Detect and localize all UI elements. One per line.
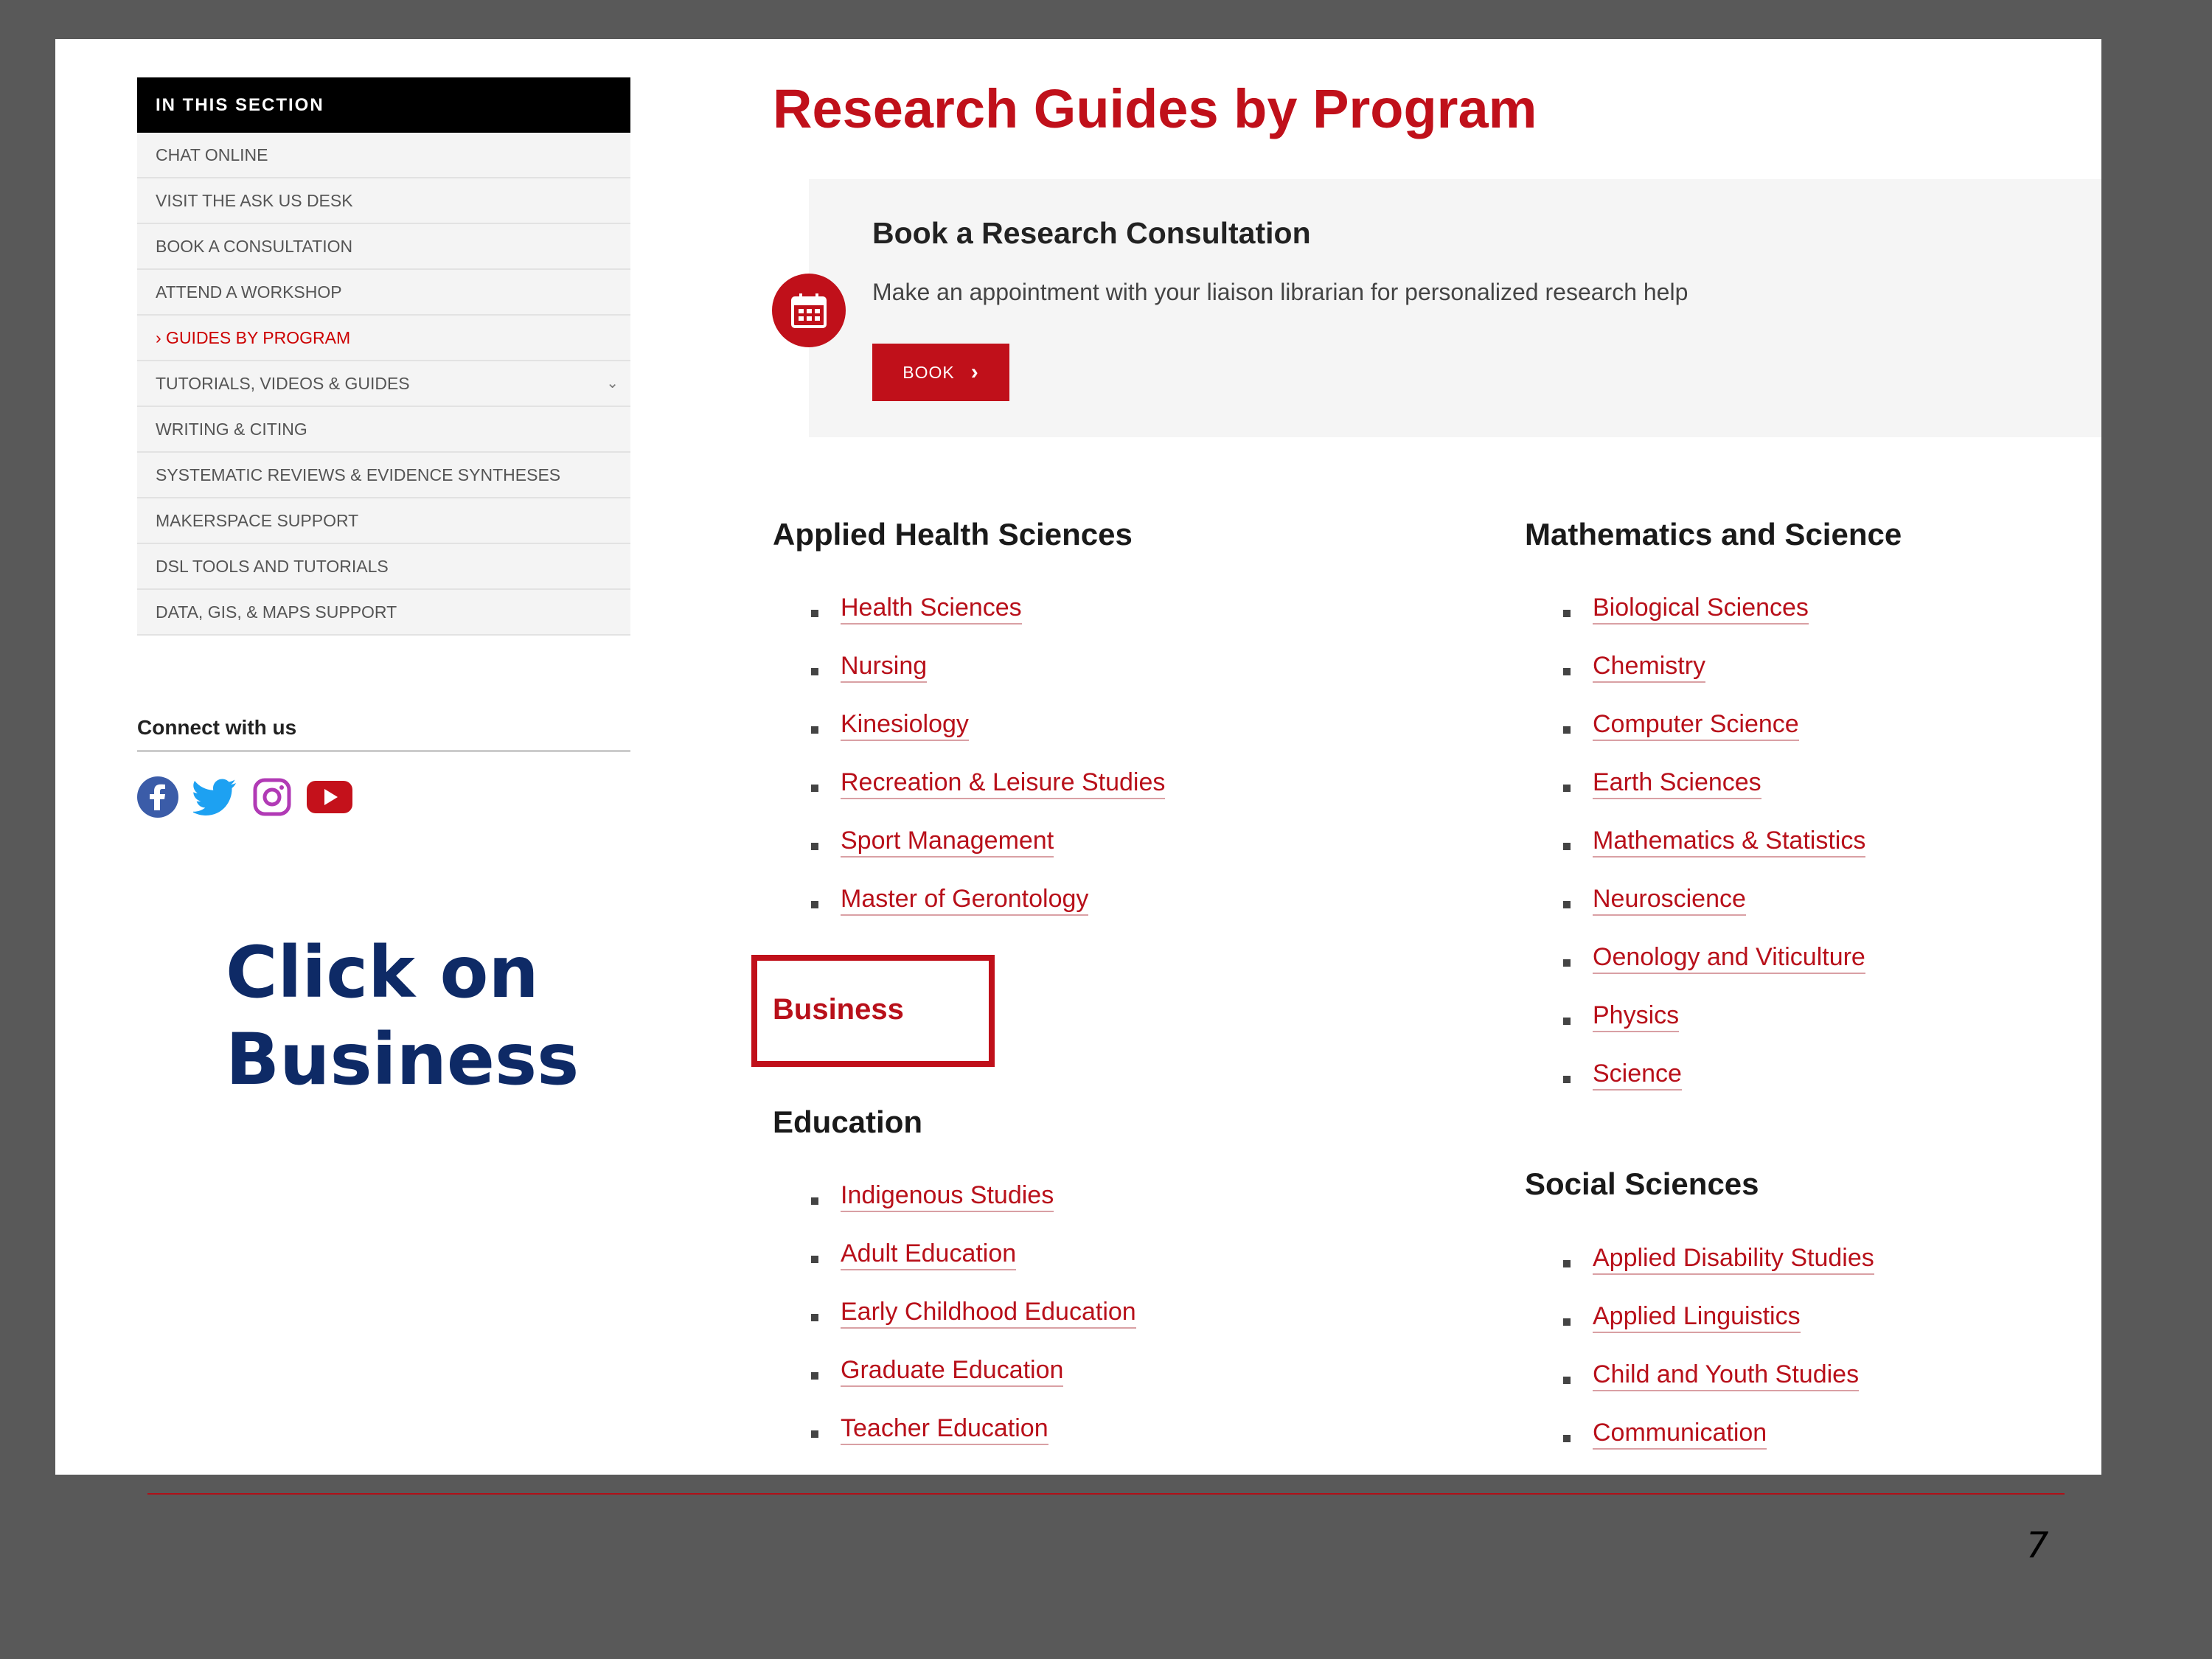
nav-item-chat-online[interactable]: CHAT ONLINE bbox=[137, 133, 630, 178]
list-item: Nursing bbox=[811, 652, 1165, 710]
list-item: Biological Sciences bbox=[1563, 594, 1865, 652]
link-adult-education[interactable]: Adult Education bbox=[841, 1239, 1017, 1270]
instagram-icon[interactable] bbox=[252, 777, 292, 817]
link-applied-disability-studies[interactable]: Applied Disability Studies bbox=[1593, 1244, 1874, 1275]
list-item: Child and Youth Studies bbox=[1563, 1360, 1874, 1419]
instruction-callout: Click on Business bbox=[226, 929, 609, 1103]
list-item: Indigenous Studies bbox=[811, 1181, 1136, 1239]
link-communication[interactable]: Communication bbox=[1593, 1419, 1767, 1450]
callout-line-2: Business bbox=[226, 1018, 580, 1101]
list-applied-health-sciences: Health Sciences Nursing Kinesiology Recr… bbox=[811, 594, 1166, 943]
callout-line-1: Click on bbox=[226, 931, 539, 1014]
link-chemistry[interactable]: Chemistry bbox=[1593, 652, 1706, 683]
link-nursing[interactable]: Nursing bbox=[841, 652, 928, 683]
list-item: Communication bbox=[1563, 1419, 1874, 1475]
nav-item-book-consultation[interactable]: BOOK A CONSULTATION bbox=[137, 224, 630, 270]
list-item: Science bbox=[1563, 1060, 1865, 1118]
list-item: Kinesiology bbox=[811, 710, 1165, 768]
list-item: Physics bbox=[1563, 1001, 1865, 1060]
link-master-gerontology[interactable]: Master of Gerontology bbox=[841, 885, 1089, 916]
list-item: Oenology and Viticulture bbox=[1563, 943, 1865, 1001]
youtube-icon[interactable] bbox=[307, 779, 352, 815]
list-item: Health Sciences bbox=[811, 594, 1165, 652]
list-item: Sport Management bbox=[811, 827, 1165, 885]
calendar-icon bbox=[772, 274, 846, 347]
nav-item-dsl-tools[interactable]: DSL TOOLS AND TUTORIALS bbox=[137, 544, 630, 590]
consultation-title: Book a Research Consultation bbox=[872, 216, 1311, 250]
list-mathematics-science: Biological Sciences Chemistry Computer S… bbox=[1563, 594, 1866, 1118]
section-nav-header: IN THIS SECTION bbox=[137, 77, 630, 133]
link-applied-linguistics[interactable]: Applied Linguistics bbox=[1593, 1302, 1801, 1333]
connect-title: Connect with us bbox=[137, 716, 630, 752]
footer-divider bbox=[147, 1493, 2065, 1495]
twitter-icon[interactable] bbox=[193, 779, 237, 815]
list-item: Earth Sciences bbox=[1563, 768, 1865, 827]
nav-item-attend-workshop[interactable]: ATTEND A WORKSHOP bbox=[137, 270, 630, 316]
book-button-label: BOOK bbox=[902, 362, 955, 382]
list-item: Applied Linguistics bbox=[1563, 1302, 1874, 1360]
list-item: Computer Science bbox=[1563, 710, 1865, 768]
list-item: Master of Gerontology bbox=[811, 885, 1165, 943]
list-item: Recreation & Leisure Studies bbox=[811, 768, 1166, 827]
list-item: Adult Education bbox=[811, 1239, 1136, 1298]
heading-education: Education bbox=[773, 1105, 923, 1139]
social-links bbox=[137, 776, 352, 818]
link-physics[interactable]: Physics bbox=[1593, 1001, 1680, 1032]
heading-social-sciences: Social Sciences bbox=[1525, 1166, 1759, 1201]
nav-item-writing-citing[interactable]: WRITING & CITING bbox=[137, 407, 630, 453]
list-item: Neuroscience bbox=[1563, 885, 1865, 943]
book-button[interactable]: BOOK › bbox=[872, 344, 1009, 401]
chevron-right-icon: › bbox=[970, 360, 979, 384]
heading-applied-health-sciences: Applied Health Sciences bbox=[773, 517, 1133, 552]
heading-mathematics-science: Mathematics and Science bbox=[1525, 517, 1902, 552]
link-recreation-leisure[interactable]: Recreation & Leisure Studies bbox=[841, 768, 1166, 799]
facebook-icon[interactable] bbox=[137, 776, 178, 818]
link-kinesiology[interactable]: Kinesiology bbox=[841, 710, 969, 741]
link-health-sciences[interactable]: Health Sciences bbox=[841, 594, 1022, 625]
link-mathematics-statistics[interactable]: Mathematics & Statistics bbox=[1593, 827, 1866, 858]
link-sport-management[interactable]: Sport Management bbox=[841, 827, 1054, 858]
chevron-down-icon[interactable]: ⌄ bbox=[606, 361, 619, 406]
section-nav: IN THIS SECTION CHAT ONLINE VISIT THE AS… bbox=[137, 77, 630, 636]
nav-item-ask-us-desk[interactable]: VISIT THE ASK US DESK bbox=[137, 178, 630, 224]
nav-item-data-gis-maps[interactable]: DATA, GIS, & MAPS SUPPORT bbox=[137, 590, 630, 636]
section-nav-list: CHAT ONLINE VISIT THE ASK US DESK BOOK A… bbox=[137, 133, 630, 636]
link-science[interactable]: Science bbox=[1593, 1060, 1682, 1091]
link-biological-sciences[interactable]: Biological Sciences bbox=[1593, 594, 1809, 625]
nav-item-tutorials[interactable]: TUTORIALS, VIDEOS & GUIDES ⌄ bbox=[137, 361, 630, 407]
link-earth-sciences[interactable]: Earth Sciences bbox=[1593, 768, 1761, 799]
list-education: Indigenous Studies Adult Education Early… bbox=[811, 1181, 1136, 1472]
nav-item-guides-by-program[interactable]: › GUIDES BY PROGRAM bbox=[137, 316, 630, 361]
nav-item-makerspace[interactable]: MAKERSPACE SUPPORT bbox=[137, 498, 630, 544]
list-item: Graduate Education bbox=[811, 1356, 1136, 1414]
heading-business-link[interactable]: Business bbox=[773, 993, 904, 1026]
slide-page-number: 7 bbox=[2026, 1525, 2049, 1566]
link-early-childhood-education[interactable]: Early Childhood Education bbox=[841, 1298, 1136, 1329]
page-title: Research Guides by Program bbox=[773, 78, 1537, 139]
list-item: Mathematics & Statistics bbox=[1563, 827, 1866, 885]
list-social-sciences: Applied Disability Studies Applied Lingu… bbox=[1563, 1244, 1874, 1475]
nav-item-tutorials-label: TUTORIALS, VIDEOS & GUIDES bbox=[156, 374, 410, 393]
consultation-description: Make an appointment with your liaison li… bbox=[872, 279, 1688, 305]
link-child-youth-studies[interactable]: Child and Youth Studies bbox=[1593, 1360, 1860, 1391]
link-oenology-viticulture[interactable]: Oenology and Viticulture bbox=[1593, 943, 1865, 974]
nav-item-systematic-reviews[interactable]: SYSTEMATIC REVIEWS & EVIDENCE SYNTHESES bbox=[137, 453, 630, 498]
link-computer-science[interactable]: Computer Science bbox=[1593, 710, 1799, 741]
list-item: Teacher Education bbox=[811, 1414, 1136, 1472]
link-graduate-education[interactable]: Graduate Education bbox=[841, 1356, 1064, 1387]
link-indigenous-studies[interactable]: Indigenous Studies bbox=[841, 1181, 1054, 1212]
link-neuroscience[interactable]: Neuroscience bbox=[1593, 885, 1746, 916]
list-item: Chemistry bbox=[1563, 652, 1865, 710]
list-item: Early Childhood Education bbox=[811, 1298, 1136, 1356]
webpage-screenshot: IN THIS SECTION CHAT ONLINE VISIT THE AS… bbox=[55, 39, 2101, 1475]
link-teacher-education[interactable]: Teacher Education bbox=[841, 1414, 1048, 1445]
list-item: Applied Disability Studies bbox=[1563, 1244, 1874, 1302]
